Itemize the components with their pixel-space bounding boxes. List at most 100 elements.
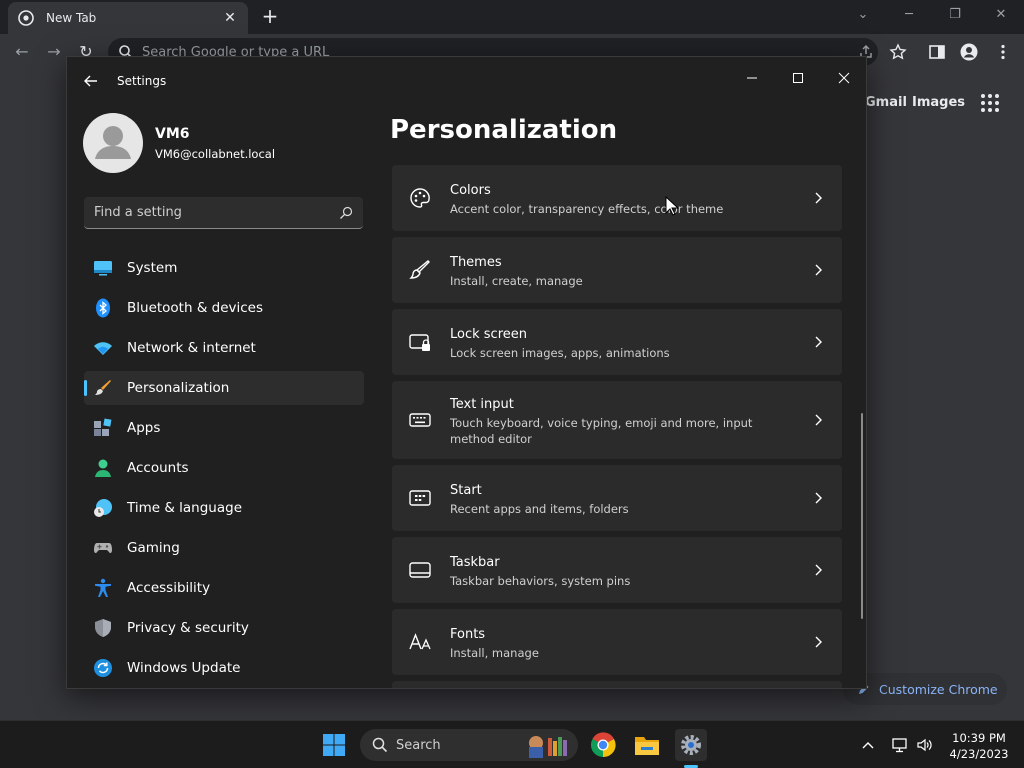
nav-item-time-language[interactable]: Time & language (84, 491, 364, 525)
chevron-right-icon (815, 636, 822, 648)
card-title: Taskbar (450, 555, 500, 570)
shield-icon (93, 618, 113, 638)
nav-label: Network & internet (127, 340, 256, 356)
new-tab-button[interactable]: + (259, 5, 281, 27)
card-title: Start (450, 483, 482, 498)
settings-back-arrow-icon[interactable] (81, 71, 101, 91)
settings-scrollbar[interactable] (861, 413, 863, 619)
settings-nav: System Bluetooth & devices Network & int… (84, 251, 364, 688)
back-arrow-icon[interactable]: ← (11, 41, 33, 63)
card-description: Install, manage (450, 646, 539, 660)
nav-label: Bluetooth & devices (127, 300, 264, 316)
chrome-menu-icon[interactable] (993, 42, 1013, 62)
chevron-right-icon (815, 336, 822, 348)
card-next-partial[interactable] (392, 681, 842, 688)
forward-arrow-icon[interactable]: → (43, 41, 65, 63)
card-title: Lock screen (450, 327, 527, 342)
minimize-icon (747, 77, 757, 79)
nav-item-accounts[interactable]: Accounts (84, 451, 364, 485)
volume-icon[interactable] (915, 735, 935, 755)
card-start[interactable]: Start Recent apps and items, folders (392, 465, 842, 531)
fonts-icon (409, 633, 431, 650)
find-setting-input[interactable] (94, 205, 339, 220)
selection-indicator (84, 380, 87, 396)
settings-titlebar: Settings (67, 57, 866, 105)
card-taskbar[interactable]: Taskbar Taskbar behaviors, system pins (392, 537, 842, 603)
chrome-taskbar-button[interactable] (587, 729, 619, 761)
nav-label: System (127, 260, 178, 276)
tray-overflow-chevron-icon[interactable] (858, 735, 878, 755)
start-button[interactable] (318, 729, 350, 761)
card-lock-screen[interactable]: Lock screen Lock screen images, apps, an… (392, 309, 842, 375)
settings-taskbar-button[interactable] (675, 729, 707, 761)
settings-maximize-button[interactable] (775, 63, 821, 93)
chevron-right-icon (815, 192, 822, 204)
card-description: Lock screen images, apps, animations (450, 346, 670, 360)
settings-minimize-button[interactable] (729, 63, 775, 93)
nav-label: Apps (127, 420, 161, 436)
network-tray-icon[interactable] (890, 735, 910, 755)
find-setting-box[interactable] (84, 197, 363, 229)
gear-icon (681, 735, 701, 755)
profile-email: VM6@collabnet.local (155, 147, 276, 161)
brush-icon (409, 260, 430, 279)
nav-item-network[interactable]: Network & internet (84, 331, 364, 365)
chrome-tab-title: New Tab (46, 11, 97, 25)
settings-close-button[interactable] (821, 63, 866, 93)
chevron-right-icon (815, 564, 822, 576)
card-fonts[interactable]: Fonts Install, manage (392, 609, 842, 675)
nav-label: Accounts (127, 460, 189, 476)
close-icon (838, 72, 850, 84)
customize-chrome-button[interactable]: Customize Chrome (843, 673, 1007, 705)
card-text-input[interactable]: Text input Touch keyboard, voice typing,… (392, 381, 842, 459)
chrome-tab-strip: New Tab ✕ + ⌄ ─ ❐ ✕ (0, 0, 1024, 34)
page-title: Personalization (390, 115, 618, 145)
card-description: Recent apps and items, folders (450, 502, 629, 516)
start-icon (409, 490, 431, 506)
nav-item-gaming[interactable]: Gaming (84, 531, 364, 565)
system-clock[interactable]: 10:39 PM 4/23/2023 (946, 730, 1012, 762)
card-colors[interactable]: Colors Accent color, transparency effect… (392, 165, 842, 231)
chrome-restore-button[interactable]: ❐ (941, 4, 969, 26)
profile-card[interactable]: VM6 VM6@collabnet.local (83, 113, 383, 175)
customize-chrome-label: Customize Chrome (879, 681, 998, 697)
bookmark-star-icon[interactable] (888, 42, 908, 62)
gmail-link[interactable]: Gmail (865, 95, 907, 110)
images-link[interactable]: Images (912, 95, 965, 110)
avatar (83, 113, 143, 173)
card-description: Taskbar behaviors, system pins (450, 574, 631, 588)
tab-close-icon[interactable]: ✕ (222, 10, 238, 26)
taskbar-search-label: Search (396, 737, 441, 753)
card-description: Install, create, manage (450, 274, 583, 288)
nav-item-windows-update[interactable]: Windows Update (84, 651, 364, 685)
folder-icon (635, 737, 659, 755)
side-panel-icon[interactable] (927, 42, 947, 62)
chrome-minimize-button[interactable]: ─ (895, 4, 923, 26)
profile-name: VM6 (155, 126, 190, 142)
nav-item-accessibility[interactable]: Accessibility (84, 571, 364, 605)
card-themes[interactable]: Themes Install, create, manage (392, 237, 842, 303)
nav-item-personalization[interactable]: Personalization (84, 371, 364, 405)
chrome-logo-icon (590, 732, 616, 758)
update-icon (93, 658, 113, 678)
taskbar-search[interactable]: Search (360, 729, 578, 761)
chevron-right-icon (815, 264, 822, 276)
nav-item-privacy-security[interactable]: Privacy & security (84, 611, 364, 645)
nav-item-apps[interactable]: Apps (84, 411, 364, 445)
tab-search-chevron-icon[interactable]: ⌄ (849, 4, 877, 26)
chrome-tab-new-tab[interactable]: New Tab ✕ (8, 2, 248, 34)
gamepad-icon (93, 538, 113, 558)
lock-screen-icon (409, 334, 430, 351)
nav-item-bluetooth[interactable]: Bluetooth & devices (84, 291, 364, 325)
profile-icon[interactable] (959, 42, 979, 62)
search-icon (372, 737, 388, 753)
chevron-right-icon (815, 414, 822, 426)
card-description: Accent color, transparency effects, colo… (450, 202, 724, 216)
keyboard-icon (409, 413, 431, 427)
file-explorer-taskbar-button[interactable] (631, 729, 663, 761)
chrome-close-button[interactable]: ✕ (987, 4, 1015, 26)
google-apps-icon[interactable] (980, 93, 1000, 113)
nav-item-system[interactable]: System (84, 251, 364, 285)
wifi-icon (93, 338, 113, 358)
nav-label: Accessibility (127, 580, 211, 596)
